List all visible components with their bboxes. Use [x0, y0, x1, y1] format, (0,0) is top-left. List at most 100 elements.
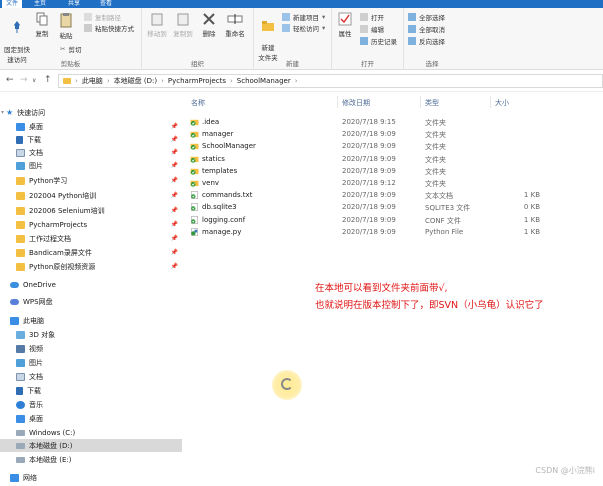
- sidebar-item-label: 3D 对象: [29, 330, 56, 339]
- tab-view[interactable]: 查看: [96, 0, 116, 8]
- sidebar-item-bandicam[interactable]: Bandicam录屏文件 📌: [0, 246, 182, 259]
- pin-icon: 📌: [170, 162, 178, 169]
- sidebar-this-pc[interactable]: 此电脑: [0, 314, 182, 327]
- sidebar-item-pc-documents[interactable]: 文档: [0, 370, 182, 383]
- address-bar[interactable]: › 此电脑 › 本地磁盘 (D:) › PycharmProjects › Sc…: [58, 74, 603, 88]
- select-all-icon: [408, 13, 416, 21]
- sidebar-item-documents[interactable]: 文档 📌: [0, 146, 182, 159]
- column-divider[interactable]: [420, 96, 421, 108]
- sidebar-quick-access[interactable]: ▾ ★ 快速访问: [0, 106, 182, 119]
- chevron-down-icon: ▾: [1, 109, 5, 116]
- sidebar-item-202004-python[interactable]: 202004 Python培训 📌: [0, 189, 182, 202]
- sidebar-item-drive-c[interactable]: Windows (C:): [0, 426, 182, 439]
- file-row[interactable]: manage.py 2020/7/18 9:09 Python File 1 KB: [190, 226, 590, 238]
- pin-icon: 📌: [170, 136, 178, 143]
- open-label: 打开: [371, 14, 384, 22]
- paste-button[interactable]: 粘贴: [56, 12, 76, 40]
- sidebar-item-pc-desktop[interactable]: 桌面: [0, 412, 182, 425]
- svn-folder-icon: [190, 180, 199, 187]
- new-folder-button[interactable]: 新建 文件夹: [256, 12, 280, 62]
- copy-button[interactable]: 复制: [34, 12, 50, 38]
- sidebar-item-202006-selenium[interactable]: 202006 Selenium培训 📌: [0, 204, 182, 217]
- column-header-name[interactable]: 名称: [191, 98, 205, 108]
- column-divider[interactable]: [490, 96, 491, 108]
- folder-icon: [16, 262, 25, 271]
- paste-shortcut-button[interactable]: 粘贴快捷方式: [84, 23, 134, 33]
- sidebar-item-work-docs[interactable]: 工作过程文档 📌: [0, 232, 182, 245]
- music-icon: [16, 400, 25, 409]
- sidebar-item-music[interactable]: 音乐: [0, 398, 182, 411]
- copy-to-button[interactable]: 复制到: [172, 12, 194, 38]
- tab-file[interactable]: 文件: [2, 0, 23, 8]
- file-row[interactable]: templates 2020/7/18 9:09 文件夹: [190, 165, 590, 177]
- sidebar-item-label: 文档: [29, 148, 43, 157]
- file-row[interactable]: commands.txt 2020/7/18 9:09 文本文档 1 KB: [190, 189, 590, 201]
- file-name: .idea: [202, 118, 220, 126]
- sidebar-item-python-study[interactable]: Python学习 📌: [0, 174, 182, 187]
- sidebar-item-pc-downloads[interactable]: 下载: [0, 384, 182, 397]
- invert-selection-button[interactable]: 反向选择: [408, 36, 445, 46]
- breadcrumb-this-pc[interactable]: 此电脑: [82, 76, 103, 86]
- copy-path-button[interactable]: 复制路径: [84, 12, 121, 22]
- sidebar-item-3d-objects[interactable]: 3D 对象: [0, 328, 182, 341]
- open-button[interactable]: 打开: [360, 12, 384, 22]
- sidebar-item-pc-pictures[interactable]: 图片: [0, 356, 182, 369]
- history-button[interactable]: 历史记录: [360, 36, 397, 46]
- sidebar-item-label: PycharmProjects: [29, 220, 88, 229]
- forward-button[interactable]: →: [20, 75, 28, 85]
- paste-shortcut-label: 粘贴快捷方式: [95, 25, 134, 33]
- sidebar-item-pycharm-projects[interactable]: PycharmProjects 📌: [0, 218, 182, 231]
- sidebar-item-desktop[interactable]: 桌面 📌: [0, 120, 182, 133]
- tab-share[interactable]: 共享: [64, 0, 84, 8]
- sidebar-item-drive-e[interactable]: 本地磁盘 (E:): [0, 453, 182, 466]
- breadcrumb-pycharm-projects[interactable]: PycharmProjects: [168, 77, 226, 85]
- sidebar-item-drive-d[interactable]: 本地磁盘 (D:): [0, 439, 182, 452]
- pin-quick-access-button[interactable]: 固定到快 速访问: [4, 12, 30, 64]
- column-divider[interactable]: [337, 96, 338, 108]
- file-name: SchoolManager: [202, 142, 256, 151]
- file-row[interactable]: manager 2020/7/18 9:09 文件夹: [190, 128, 590, 140]
- annotation-line-1: 在本地可以看到文件夹前面带√,: [315, 283, 448, 294]
- properties-button[interactable]: 属性: [336, 12, 354, 38]
- sidebar-network[interactable]: 网络: [0, 471, 182, 484]
- breadcrumb-drive-d[interactable]: 本地磁盘 (D:): [114, 76, 157, 86]
- column-header-size[interactable]: 大小: [495, 98, 509, 108]
- rename-button[interactable]: 重命名: [222, 12, 248, 38]
- file-row[interactable]: statics 2020/7/18 9:09 文件夹: [190, 153, 590, 165]
- select-none-label: 全部取消: [419, 26, 445, 34]
- new-item-button[interactable]: 新建项目 ▾: [282, 12, 325, 22]
- sidebar-item-videos[interactable]: 视频: [0, 342, 182, 355]
- sidebar-item-python-videos[interactable]: Python原创视频资源 📌: [0, 260, 182, 273]
- select-all-button[interactable]: 全部选择: [408, 12, 445, 22]
- file-row[interactable]: db.sqlite3 2020/7/18 9:09 SQLITE3 文件 0 KB: [190, 201, 590, 213]
- file-row[interactable]: venv 2020/7/18 9:12 文件夹: [190, 177, 590, 189]
- select-none-button[interactable]: 全部取消: [408, 24, 445, 34]
- file-row[interactable]: logging.conf 2020/7/18 9:09 CONF 文件 1 KB: [190, 214, 590, 226]
- easy-access-button[interactable]: 轻松访问 ▾: [282, 23, 325, 33]
- sidebar-wps-drive[interactable]: WPS网盘: [0, 295, 182, 308]
- cut-button[interactable]: ✂ 剪切: [60, 44, 81, 54]
- move-to-icon: [151, 13, 163, 26]
- recent-chevron-icon[interactable]: ∨: [32, 77, 36, 84]
- up-button[interactable]: ↑: [44, 75, 52, 85]
- delete-button[interactable]: 删除: [200, 12, 218, 38]
- sidebar-onedrive[interactable]: OneDrive: [0, 278, 182, 291]
- file-date: 2020/7/18 9:09: [342, 191, 396, 200]
- file-row[interactable]: .idea 2020/7/18 9:15 文件夹: [190, 116, 590, 128]
- breadcrumb-school-manager[interactable]: SchoolManager: [237, 77, 291, 85]
- back-button[interactable]: ←: [6, 75, 14, 85]
- tab-home[interactable]: 主页: [30, 0, 50, 8]
- file-type: Python File: [425, 227, 464, 236]
- file-name: venv: [202, 179, 220, 187]
- file-type: 文件夹: [425, 131, 446, 140]
- sidebar-item-label: Bandicam录屏文件: [29, 248, 92, 257]
- move-to-button[interactable]: 移动到: [146, 12, 168, 38]
- file-row[interactable]: SchoolManager 2020/7/18 9:09 文件夹: [190, 140, 590, 152]
- column-header-date[interactable]: 修改日期: [342, 98, 370, 108]
- column-header-type[interactable]: 类型: [425, 98, 439, 108]
- edit-button[interactable]: 编辑: [360, 24, 384, 34]
- sidebar-item-pictures[interactable]: 图片 📌: [0, 159, 182, 172]
- file-date: 2020/7/18 9:09: [342, 215, 396, 224]
- wps-cloud-icon: [10, 298, 19, 305]
- sidebar-item-downloads[interactable]: 下载 📌: [0, 133, 182, 146]
